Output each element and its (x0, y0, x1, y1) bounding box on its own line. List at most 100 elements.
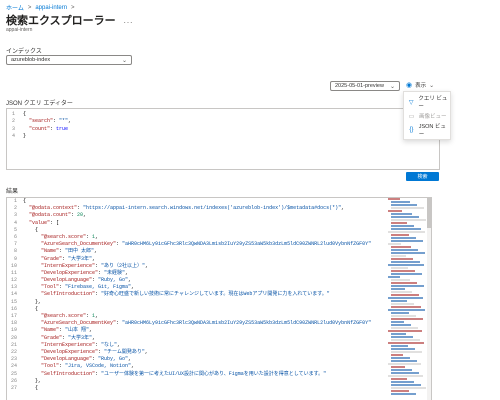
code-line: 1{ (7, 198, 431, 205)
code-line: 23 "DevelopLanguage": "Ruby, Go", (7, 356, 431, 363)
breadcrumb-separator: > (27, 4, 32, 11)
page-header: 検索エクスプローラー ... (6, 12, 133, 28)
code-text: }, (23, 298, 42, 305)
minimap-line (391, 294, 419, 296)
breadcrumb: ホーム > appai-intern > (6, 3, 75, 13)
code-text: "SelfIntroduction": "ユーザー体験を第一に考えたUI/UX設… (41, 370, 327, 377)
chevron-down-icon: ⌄ (121, 57, 127, 64)
scrollbar-thumb[interactable] (427, 198, 431, 228)
minimap-line (391, 255, 406, 257)
minimap-line (391, 393, 416, 395)
minimap-line (391, 384, 421, 386)
minimap-line (388, 231, 425, 233)
minimap-line (391, 312, 409, 314)
results-viewer[interactable]: 1{2 "@odata.context": "https://appai-int… (6, 197, 432, 400)
minimap-line (388, 363, 421, 365)
minimap-line (391, 306, 421, 308)
query-editor[interactable]: 1{2 "search": "*", 3 "count": true 4} (6, 108, 440, 170)
line-number: 16 (10, 305, 17, 312)
api-version-dropdown[interactable]: 2025-05-01-preview ⌄ (330, 81, 400, 91)
line-number: 2 (11, 118, 15, 125)
code-text: "value": [ (29, 219, 60, 226)
code-line: 11 "DevelopExperience": "未経験", (7, 270, 431, 277)
line-number: 12 (10, 277, 17, 284)
menu-item-label: クエリ ビュー (418, 96, 448, 110)
minimap-line (391, 285, 424, 287)
index-dropdown[interactable]: azureblob-index ⌄ (6, 55, 132, 65)
code-text: "Grade": "大学3年", (41, 255, 96, 262)
code-text: "count": true (29, 125, 69, 132)
chevron-down-icon: ⌄ (389, 83, 395, 90)
search-button[interactable]: 検索 (406, 172, 439, 181)
line-number: 20 (10, 334, 17, 341)
minimap-line (391, 351, 422, 353)
breadcrumb-separator: > (71, 4, 75, 11)
menu-item-json-view[interactable]: {} JSON ビュー (404, 123, 450, 138)
minimap-line (391, 390, 409, 392)
menu-item-query-view[interactable]: ▽ クエリ ビュー (404, 95, 450, 110)
code-text: "Grade": "大学3年", (41, 334, 96, 341)
code-line: 15 }, (7, 299, 431, 306)
minimap-line (388, 309, 425, 311)
minimap-line (391, 357, 410, 359)
minimap-line (391, 273, 422, 275)
more-options-button[interactable]: ... (124, 16, 134, 25)
code-text: "DevelopLanguage": "Ruby, Go", (41, 356, 132, 363)
view-button-label: 表示 (415, 83, 427, 89)
code-text: "Name": "山本 翔", (41, 327, 93, 334)
code-line: 22 "DevelopExperience": "チーム開発あり", (7, 349, 431, 356)
code-line: 5 { (7, 227, 431, 234)
minimap-line (391, 327, 418, 329)
minimap-line (391, 321, 404, 323)
minimap-line (391, 318, 423, 320)
filter-icon: ▽ (408, 99, 414, 106)
minimap-line (391, 336, 413, 338)
minimap-line (391, 288, 405, 290)
code-text: { (23, 198, 27, 204)
code-text: "@odata.context": "https://appai-intern.… (29, 205, 345, 212)
code-text: "DevelopLanguage": "Ruby, Go", (41, 277, 132, 284)
minimap-line (391, 303, 414, 305)
page-title: 検索エクスプローラー (6, 15, 116, 27)
index-dropdown-value: azureblob-index (11, 57, 51, 63)
minimap[interactable] (386, 198, 426, 400)
line-number: 18 (10, 320, 17, 327)
code-line: 12 "DevelopLanguage": "Ruby, Go", (7, 277, 431, 284)
line-number: 13 (10, 284, 17, 291)
code-line: 6 "@search.score": 1, (7, 234, 431, 241)
line-number: 19 (10, 327, 17, 334)
code-line: 4} (7, 133, 439, 140)
code-text: { (23, 384, 39, 391)
code-line: 19 "Name": "山本 翔", (7, 327, 431, 334)
minimap-line (391, 228, 421, 230)
view-menu: ▽ クエリ ビュー ▭ 画像ビュー {} JSON ビュー (403, 91, 451, 140)
results-scrollbar[interactable] (427, 198, 431, 400)
page-subtitle: appai-intern (6, 27, 33, 33)
code-line: 3 "@odata.count": 20, (7, 212, 431, 219)
line-number: 15 (10, 298, 17, 305)
line-number: 4 (11, 133, 15, 140)
breadcrumb-service-link[interactable]: appai-intern (35, 5, 67, 11)
code-line: 2 "@odata.context": "https://appai-inter… (7, 205, 431, 212)
api-version-value: 2025-05-01-preview (335, 83, 384, 89)
minimap-line (391, 381, 414, 383)
line-number: 3 (11, 125, 15, 132)
minimap-line (391, 201, 410, 203)
code-text: "DevelopExperience": "チーム開発あり", (41, 348, 148, 355)
code-line: 10 "InternExperience": "あり（2社以上）", (7, 263, 431, 270)
query-editor-label: JSON クエリ エディター (6, 101, 73, 107)
minimap-line (391, 279, 410, 281)
minimap-line (391, 216, 419, 218)
minimap-line (388, 375, 423, 377)
minimap-line (388, 210, 402, 212)
minimap-line (391, 261, 420, 263)
breadcrumb-home-link[interactable]: ホーム (6, 3, 24, 12)
line-number: 1 (11, 111, 15, 117)
line-number: 21 (10, 341, 17, 348)
code-text: "search": "*", (29, 118, 72, 125)
view-button[interactable]: ◉ 表示 ⌄ (406, 81, 434, 89)
line-number: 26 (10, 377, 17, 384)
minimap-line (388, 243, 401, 245)
code-text: }, (23, 377, 42, 384)
line-number: 10 (10, 262, 17, 269)
